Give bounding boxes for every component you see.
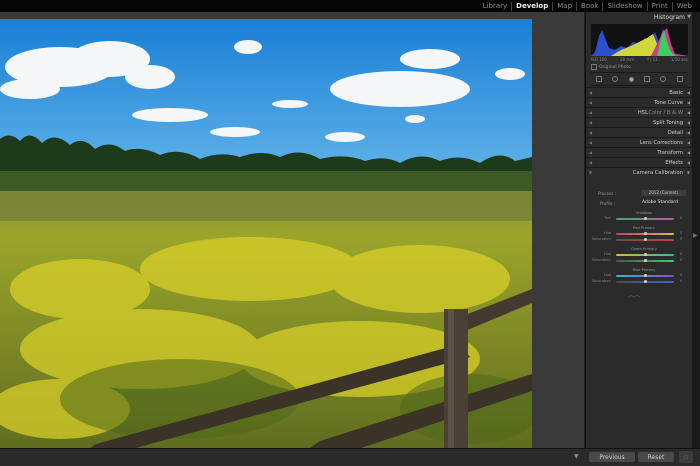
adjustment-brush-icon[interactable]	[676, 76, 683, 82]
red-eye-icon[interactable]	[628, 76, 634, 82]
iso-readout: ISO 100	[591, 57, 607, 62]
red-hue-value: 0	[680, 231, 683, 235]
panel-expand-icon: ◀	[686, 140, 690, 145]
panel-detail-label: Detail	[667, 130, 683, 136]
shadows-tint-label: Tint	[604, 216, 611, 220]
module-map[interactable]: Map	[552, 1, 576, 11]
panel-left-triangle-icon: ◀	[589, 150, 593, 155]
panel-expand-icon: ◀	[686, 150, 690, 155]
collapse-triangle-icon[interactable]: ▼	[687, 14, 691, 20]
red-hue-knob[interactable]	[644, 232, 647, 235]
camera-calibration-body: Process : 2012 (Current) Profile : Adobe…	[586, 187, 693, 283]
panel-left-triangle-icon: ◀	[589, 90, 593, 95]
panel-camera-calibration[interactable]: ▼ Camera Calibration ▼	[586, 167, 693, 179]
panel-left-triangle-icon: ◀	[589, 120, 593, 125]
module-picker: Library Develop Map Book Slideshow Print…	[0, 0, 700, 12]
blue-primary-heading: Blue Primary	[632, 268, 656, 272]
module-web[interactable]: Web	[671, 1, 696, 11]
crop-tool-icon[interactable]	[596, 76, 603, 82]
red-hue-label: Hue	[604, 231, 612, 235]
help-icon[interactable]: ▢	[679, 451, 693, 463]
profile-select[interactable]: Adobe Standard	[642, 200, 678, 205]
panel-expand-icon: ◀	[686, 100, 690, 105]
process-label: Process :	[598, 191, 616, 196]
photo-canvas[interactable]	[0, 19, 532, 455]
panel-expand-icon: ◀	[686, 130, 690, 135]
panel-expand-icon: ◀	[686, 160, 690, 165]
panel-left-triangle-icon: ◀	[589, 130, 593, 135]
green-saturation-knob[interactable]	[644, 259, 647, 262]
red-primary-heading: Red Primary	[633, 226, 655, 230]
panel-left-triangle-icon: ◀	[589, 110, 593, 115]
green-primary-heading: Green Primary	[631, 247, 657, 251]
photo-view	[0, 12, 584, 455]
histogram[interactable]	[591, 24, 688, 56]
red-saturation-knob[interactable]	[644, 238, 647, 241]
panel-left-triangle-icon: ◀	[589, 140, 593, 145]
shadows-tint-value: 0	[680, 216, 683, 220]
right-panel-edge[interactable]: ▶	[692, 12, 700, 448]
blue-saturation-value: 0	[680, 279, 683, 283]
panel-split-toning-label: Split Toning	[653, 120, 683, 126]
green-hue-knob[interactable]	[644, 253, 647, 256]
panel-basic-label: Basic	[669, 90, 683, 96]
radial-filter-icon[interactable]	[660, 76, 667, 82]
red-saturation-label: Saturation	[592, 237, 611, 241]
panel-collapse-icon: ▼	[686, 170, 690, 175]
profile-label: Profile :	[600, 201, 616, 206]
right-panel: Histogram ▼ ISO 100 28 mm f / 11 1/50 se…	[585, 12, 693, 448]
histogram-graph	[591, 28, 688, 56]
green-saturation-value: 0	[680, 258, 683, 262]
blue-hue-label: Hue	[604, 273, 612, 277]
panel-expand-icon: ◀	[686, 110, 690, 115]
green-saturation-label: Saturation	[592, 258, 611, 262]
panel-expand-icon: ◀	[686, 120, 690, 125]
graduated-filter-icon[interactable]	[644, 76, 651, 82]
panel-toggle-triangle-icon[interactable]: ▶	[693, 232, 698, 239]
previous-button[interactable]: Previous	[589, 452, 635, 462]
shadows-tint-knob[interactable]	[644, 217, 647, 220]
panel-expand-icon: ◀	[686, 90, 690, 95]
panel-left-triangle-icon: ◀	[589, 160, 593, 165]
module-develop[interactable]: Develop	[511, 1, 552, 11]
module-print[interactable]: Print	[646, 1, 672, 11]
red-saturation-value: 0	[680, 237, 683, 241]
panel-left-triangle-icon: ▼	[589, 170, 593, 175]
histogram-header[interactable]: Histogram ▼	[586, 12, 693, 22]
panel-end-ornament-icon: ⌒⌒	[628, 296, 641, 303]
panel-transform-label: Transform	[657, 150, 683, 156]
histogram-title: Histogram	[653, 14, 685, 21]
original-photo-label: Original Photo	[599, 64, 631, 70]
bottom-toolbar: ▼ Previous Reset ▢	[0, 448, 700, 466]
toolbar-menu-triangle-icon[interactable]: ▼	[574, 453, 579, 460]
original-photo-toggle[interactable]: Original Photo	[591, 64, 631, 70]
histogram-info: ISO 100 28 mm f / 11 1/50 sec	[591, 57, 688, 62]
blue-hue-knob[interactable]	[644, 274, 647, 277]
panel-camera-calibration-label: Camera Calibration	[632, 170, 683, 176]
aperture-readout: f / 11	[647, 57, 658, 62]
blue-saturation-label: Saturation	[592, 279, 611, 283]
landscape-photo	[0, 19, 532, 455]
reset-button[interactable]: Reset	[638, 452, 674, 462]
blue-hue-value: 0	[680, 273, 683, 277]
green-hue-value: 0	[680, 252, 683, 256]
tool-strip	[591, 72, 688, 86]
module-library[interactable]: Library	[479, 2, 511, 11]
focal-length-readout: 28 mm	[620, 57, 635, 62]
module-slideshow[interactable]: Slideshow	[602, 1, 646, 11]
spot-removal-icon[interactable]	[612, 76, 619, 82]
panel-left-triangle-icon: ◀	[589, 100, 593, 105]
panel-effects-label: Effects	[665, 160, 683, 166]
panel-tone-curve-label: Tone Curve	[654, 100, 683, 106]
module-book[interactable]: Book	[576, 1, 602, 11]
panel-lens-corrections-label: Lens Corrections	[639, 140, 683, 146]
shutter-readout: 1/50 sec	[670, 57, 688, 62]
process-select[interactable]: 2012 (Current)	[641, 190, 686, 196]
panel-hsl-sub-label[interactable]: / Color / B & W	[645, 110, 683, 116]
blue-saturation-knob[interactable]	[644, 280, 647, 283]
original-photo-checkbox[interactable]	[591, 64, 597, 70]
shadows-heading: Shadows	[635, 211, 653, 215]
green-hue-label: Hue	[604, 252, 612, 256]
